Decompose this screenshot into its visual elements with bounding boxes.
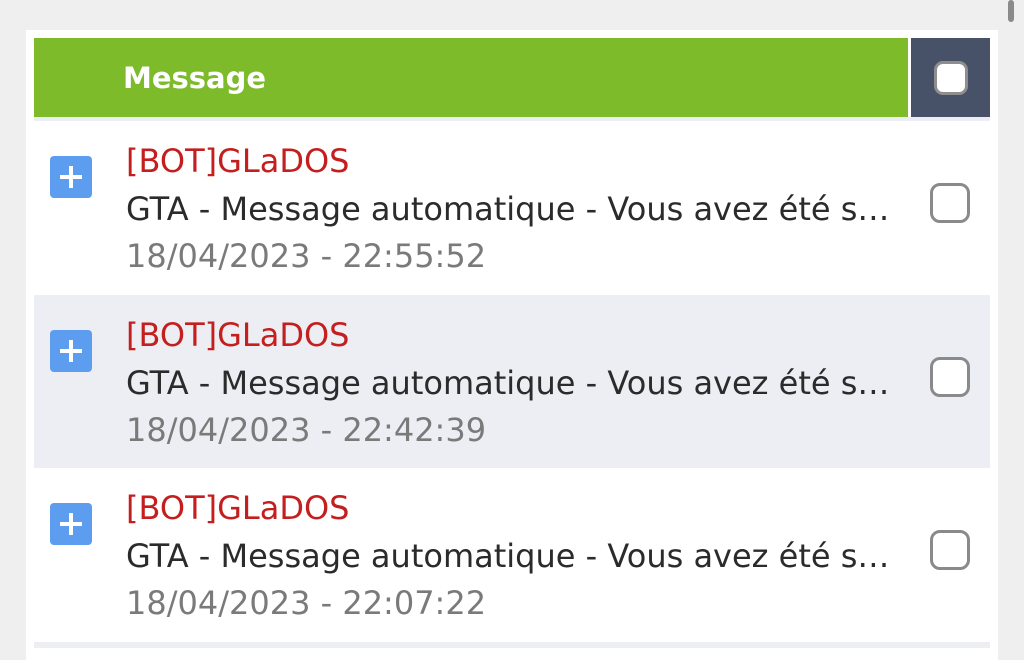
message-author[interactable]: [BOT]GLaDOS — [126, 488, 349, 528]
message-subject[interactable]: GTA - Message automatique - Vous avez ét… — [126, 189, 906, 229]
message-timestamp: 18/04/2023 - 22:55:52 — [126, 237, 487, 275]
plus-icon — [60, 340, 82, 362]
message-subject[interactable]: GTA - Message automatique - Vous avez ét… — [126, 363, 906, 403]
plus-icon — [60, 166, 82, 188]
header-title: Message — [123, 60, 267, 95]
message-author[interactable]: [BOT]GLaDOS — [126, 141, 349, 181]
expand-button[interactable] — [50, 330, 92, 372]
message-row[interactable]: [BOT]GLaDOS GTA - Message automatique - … — [34, 295, 990, 468]
message-row[interactable]: [BOT]GLaDOS GTA - Message automatique - … — [34, 121, 990, 294]
message-list-header: Message — [34, 38, 990, 117]
select-all-cell — [911, 38, 990, 117]
select-all-checkbox[interactable] — [933, 60, 968, 95]
expand-button[interactable] — [50, 156, 92, 198]
header-title-cell: Message — [34, 38, 908, 117]
message-select-checkbox[interactable] — [930, 357, 970, 397]
message-timestamp: 18/04/2023 - 22:07:22 — [126, 584, 487, 622]
plus-icon — [60, 513, 82, 535]
message-row[interactable]: [BOT]GLaDOS GTA - Message automatique - … — [34, 468, 990, 641]
expand-button[interactable] — [50, 503, 92, 545]
message-subject[interactable]: GTA - Message automatique - Vous avez ét… — [126, 536, 906, 576]
message-author[interactable]: [BOT]GLaDOS — [126, 315, 349, 355]
message-timestamp: 18/04/2023 - 22:42:39 — [126, 411, 487, 449]
row-divider — [34, 642, 990, 648]
message-list-panel: Message [BOT]GLaDOS GTA - Message automa… — [26, 30, 998, 660]
message-select-checkbox[interactable] — [930, 530, 970, 570]
message-select-checkbox[interactable] — [930, 183, 970, 223]
scrollbar-thumb[interactable] — [1008, 0, 1014, 22]
